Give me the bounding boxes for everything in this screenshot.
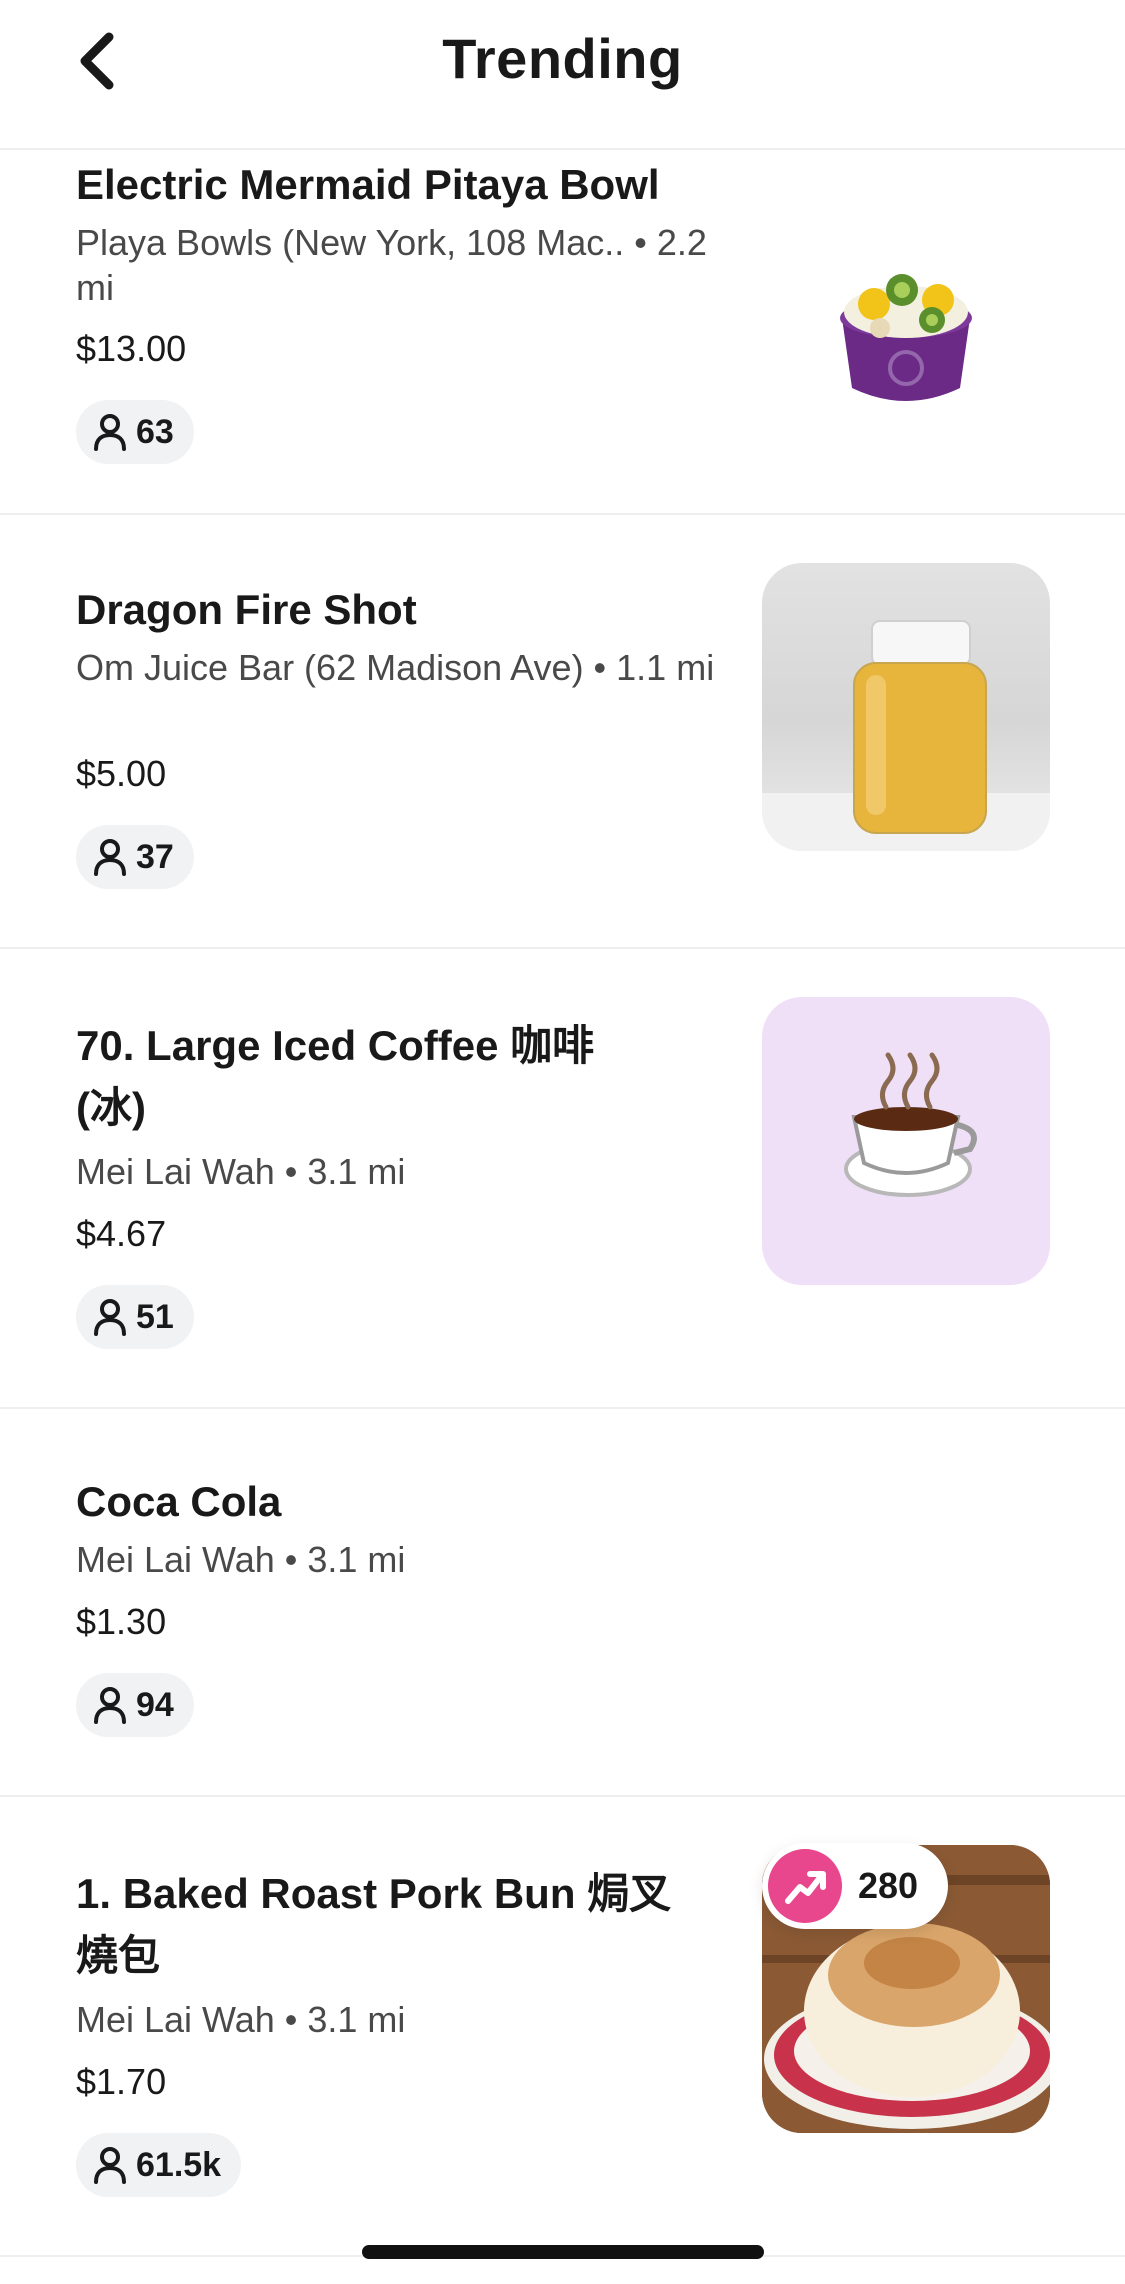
item-store: Mei Lai Wah • 3.1 mi <box>76 1999 406 2040</box>
person-icon <box>94 2147 126 2184</box>
popularity-badge: 63 <box>76 400 194 464</box>
item-price: $1.30 <box>76 1601 167 1642</box>
item-store: Mei Lai Wah • 3.1 mi <box>76 1151 406 1192</box>
list-item[interactable]: 70. Large Iced Coffee 咖啡(冰) Mei Lai Wah … <box>0 949 1125 1409</box>
home-indicator[interactable] <box>362 2245 764 2259</box>
trending-list: Electric Mermaid Pitaya Bowl Playa Bowls… <box>0 150 1125 2257</box>
item-store: Mei Lai Wah • 3.1 mi <box>76 1539 406 1580</box>
item-image <box>762 188 1050 476</box>
person-icon <box>94 414 126 451</box>
item-price: $5.00 <box>76 753 167 794</box>
popularity-count: 37 <box>136 837 174 876</box>
item-store: Playa Bowls (New York, 108 Mac.. • 2.2 m… <box>76 222 707 308</box>
item-store: Om Juice Bar (62 Madison Ave) • 1.1 mi <box>76 647 715 688</box>
item-price: $4.67 <box>76 1213 167 1254</box>
list-item[interactable]: Dragon Fire Shot Om Juice Bar (62 Madiso… <box>0 515 1125 949</box>
item-name: Coca Cola <box>76 1478 282 1525</box>
item-name: 1. Baked Roast Pork Bun 焗叉燒包 <box>76 1870 672 1979</box>
person-icon <box>94 1299 126 1336</box>
hot-coffee-emoji <box>844 1052 977 1197</box>
item-price: $1.70 <box>76 2061 167 2102</box>
page-title: Trending <box>442 27 683 90</box>
person-icon <box>94 1687 126 1724</box>
list-item[interactable]: Electric Mermaid Pitaya Bowl Playa Bowls… <box>0 150 1125 515</box>
trending-count: 280 <box>858 1865 919 1906</box>
item-name: Dragon Fire Shot <box>76 586 417 633</box>
popularity-badge: 94 <box>76 1673 194 1737</box>
popularity-count: 51 <box>136 1297 174 1336</box>
popularity-badge: 61.5k <box>76 2133 242 2197</box>
popularity-count: 63 <box>136 412 174 451</box>
trending-badge: 280 <box>762 1843 949 1929</box>
item-price: $13.00 <box>76 328 187 369</box>
person-icon <box>94 839 126 876</box>
popularity-badge: 51 <box>76 1285 194 1349</box>
trending-up-icon <box>768 1849 842 1923</box>
list-item[interactable]: Coca Cola Mei Lai Wah • 3.1 mi $1.30 94 <box>0 1409 1125 1797</box>
popularity-count: 61.5k <box>136 2145 222 2184</box>
popularity-badge: 37 <box>76 825 194 889</box>
top-bar: Trending <box>0 0 1125 150</box>
item-name: Electric Mermaid Pitaya Bowl <box>76 161 660 208</box>
item-name: 70. Large Iced Coffee 咖啡(冰) <box>76 1022 595 1131</box>
popularity-count: 94 <box>136 1685 174 1724</box>
item-image <box>762 563 1050 851</box>
list-item[interactable]: 1. Baked Roast Pork Bun 焗叉燒包 Mei Lai Wah… <box>0 1797 1125 2257</box>
item-image <box>762 997 1050 1285</box>
